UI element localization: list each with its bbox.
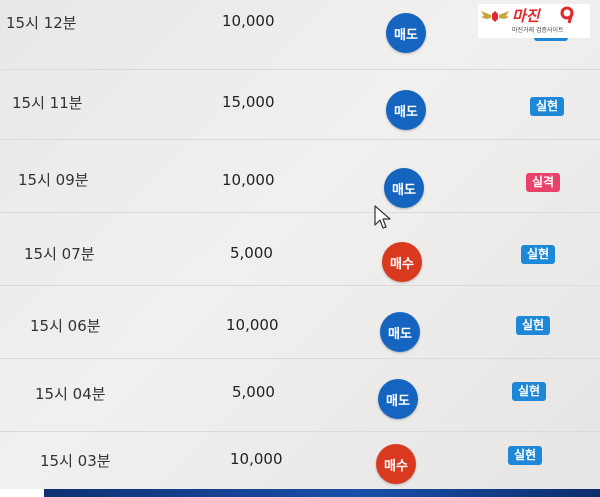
table-row: 15시 07분 5,000 매수 실현 bbox=[0, 216, 600, 286]
winged-shield-icon bbox=[481, 11, 509, 22]
trade-amount: 5,000 bbox=[230, 244, 273, 262]
trade-amount: 5,000 bbox=[232, 383, 275, 401]
trade-side-badge: 매도 bbox=[378, 379, 418, 419]
trade-result-badge: 실현 bbox=[530, 97, 565, 116]
trade-amount: 15,000 bbox=[222, 93, 275, 111]
trade-time: 15시 04분 bbox=[35, 385, 106, 403]
taskbar-strip bbox=[0, 489, 600, 497]
table-row: 15시 06분 10,000 매도 실현 bbox=[0, 289, 600, 359]
mouse-cursor-icon bbox=[374, 205, 391, 229]
watermark-logo: 마진 마진거래 검증사이트 bbox=[478, 4, 590, 38]
table-row: 15시 04분 5,000 매도 실현 bbox=[0, 362, 600, 432]
trade-result-badge: 실현 bbox=[521, 245, 556, 264]
table-row: 15시 11분 15,000 매도 실현 bbox=[0, 70, 600, 140]
trade-time: 15시 11분 bbox=[12, 94, 83, 112]
trade-result-badge: 실현 bbox=[512, 382, 547, 401]
taskbar-left-segment bbox=[0, 489, 44, 497]
trade-time: 15시 12분 bbox=[6, 14, 77, 32]
trade-time: 15시 06분 bbox=[30, 317, 101, 335]
trade-amount: 10,000 bbox=[222, 171, 275, 189]
row-divider bbox=[0, 358, 600, 359]
trade-amount: 10,000 bbox=[222, 12, 275, 30]
trade-result-badge: 실현 bbox=[508, 446, 543, 465]
row-divider bbox=[0, 139, 600, 140]
table-row: 15시 03분 10,000 매수 실현 bbox=[0, 432, 600, 497]
trade-time: 15시 07분 bbox=[24, 245, 95, 263]
row-divider bbox=[0, 285, 600, 286]
row-divider bbox=[0, 212, 600, 213]
trade-time: 15시 09분 bbox=[18, 171, 89, 189]
trade-history-screen: 15시 12분 10,000 매도 실현 15시 11분 15,000 매도 실… bbox=[0, 0, 600, 497]
trade-result-badge: 실격 bbox=[526, 173, 561, 192]
trade-amount: 10,000 bbox=[230, 450, 283, 468]
trade-side-badge: 매도 bbox=[386, 90, 426, 130]
logo-subtitle: 마진거래 검증사이트 bbox=[512, 27, 564, 34]
table-row: 15시 09분 10,000 매도 실격 bbox=[0, 143, 600, 213]
trade-time: 15시 03분 bbox=[40, 452, 111, 470]
trade-side-badge: 매수 bbox=[382, 242, 422, 282]
trade-result-badge: 실현 bbox=[516, 316, 551, 335]
trade-side-badge: 매도 bbox=[380, 312, 420, 352]
trade-side-badge: 매수 bbox=[376, 444, 416, 484]
logo-title: 마진 bbox=[512, 7, 540, 25]
nine-emblem-icon bbox=[560, 6, 574, 24]
trade-side-badge: 매도 bbox=[384, 168, 424, 208]
trade-amount: 10,000 bbox=[226, 316, 279, 334]
trade-side-badge: 매도 bbox=[386, 13, 426, 53]
